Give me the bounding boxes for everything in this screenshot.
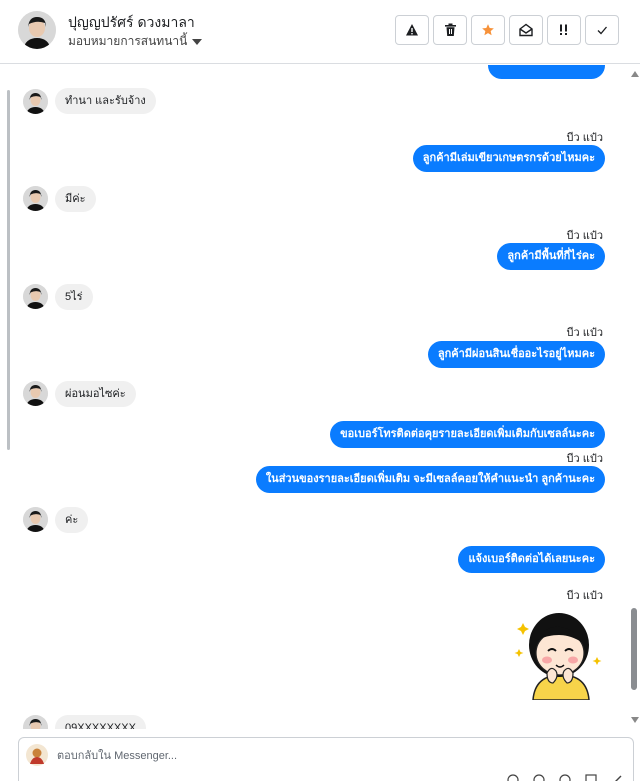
assign-conversation-label: มอบหมายการสนทนานี้ [68, 34, 188, 48]
seen-by-label: บีว แป๋ว [566, 590, 603, 602]
delete-button[interactable] [433, 15, 467, 45]
seen-by-label: บีว แป๋ว [566, 327, 603, 339]
page-avatar [26, 744, 48, 766]
scroll-down-arrow-icon[interactable] [631, 717, 639, 723]
mark-unread-button[interactable] [509, 15, 543, 45]
attach-icon[interactable] [507, 774, 519, 781]
contact-avatar-small [23, 381, 48, 406]
scrollbar-thumb[interactable] [631, 608, 637, 690]
emoji-icon[interactable] [533, 774, 545, 781]
message-outgoing[interactable]: ขอเบอร์โทรติดต่อคุยรายละเอียดเพิ่มเติมกั… [330, 421, 605, 448]
message-incoming[interactable]: มีค่ะ [55, 186, 96, 212]
contact-avatar-small [23, 186, 48, 211]
report-spam-button[interactable] [395, 15, 429, 45]
resize-handle[interactable] [7, 90, 10, 450]
message-outgoing[interactable] [488, 65, 605, 79]
vertical-scrollbar[interactable] [628, 65, 640, 729]
conversation-header: ปุญญปรัศร์ ดวงมาลา มอบหมายการสนทนานี้ [0, 0, 640, 64]
message-incoming[interactable]: ผ่อนมอไซค่ะ [55, 381, 136, 407]
reply-composer [18, 737, 634, 781]
contact-avatar-small [23, 89, 48, 114]
priority-icon [560, 24, 567, 35]
message-outgoing[interactable]: ลูกค้ามีผ่อนสินเชื่ออะไรอยู่ไหมคะ [427, 341, 605, 368]
message-outgoing[interactable]: แจ้งเบอร์ติดต่อได้เลยนะคะ [458, 546, 605, 573]
message-incoming[interactable]: ทำนา และรับจ้าง [55, 88, 156, 114]
mark-done-button[interactable] [585, 15, 619, 45]
contact-name[interactable]: ปุญญปรัศร์ ดวงมาลา [68, 12, 195, 34]
composer-tools [507, 774, 623, 781]
seen-by-label: บีว แป๋ว [566, 453, 603, 465]
more-icon[interactable] [611, 774, 623, 781]
caret-down-icon [192, 38, 203, 45]
assign-conversation-dropdown[interactable]: มอบหมายการสนทนานี้ [68, 32, 203, 51]
message-outgoing[interactable]: ลูกค้ามีเล่มเขียวเกษตรกรด้วยไหมคะ [412, 145, 605, 172]
envelope-open-icon [519, 23, 533, 37]
messenger-conversation: ปุญญปรัศร์ ดวงมาลา มอบหมายการสนทนานี้ ทำ… [0, 0, 640, 781]
conversation-actions [395, 15, 619, 45]
warning-icon [406, 24, 418, 36]
message-incoming[interactable]: ค่ะ [55, 507, 89, 533]
image-icon[interactable] [585, 774, 597, 781]
star-button[interactable] [471, 15, 505, 45]
seen-by-label: บีว แป๋ว [566, 230, 603, 242]
sticker-girl-icon [514, 613, 602, 701]
gif-icon[interactable] [559, 774, 571, 781]
scroll-up-arrow-icon[interactable] [631, 71, 639, 77]
contact-avatar-small [23, 715, 48, 729]
message-outgoing[interactable]: ลูกค้ามีพื้นที่กี่ไร่คะ [497, 243, 605, 270]
check-icon [597, 26, 607, 35]
trash-icon [444, 23, 456, 36]
star-icon [482, 24, 494, 36]
message-thread[interactable]: ทำนา และรับจ้าง บีว แป๋ว ลูกค้ามีเล่มเขี… [7, 65, 633, 729]
contact-avatar-small [23, 507, 48, 532]
priority-button[interactable] [547, 15, 581, 45]
message-outgoing[interactable]: ในส่วนของรายละเอียดเพิ่มเติม จะมีเซลล์คอ… [255, 466, 605, 493]
sticker-message[interactable] [509, 605, 605, 701]
message-incoming[interactable]: 09XXXXXXXX [55, 715, 146, 729]
contact-avatar-small [23, 284, 48, 309]
message-incoming[interactable]: 5ไร่ [55, 284, 93, 310]
reply-input[interactable] [57, 747, 477, 765]
contact-avatar[interactable] [18, 11, 56, 49]
seen-by-label: บีว แป๋ว [566, 132, 603, 144]
